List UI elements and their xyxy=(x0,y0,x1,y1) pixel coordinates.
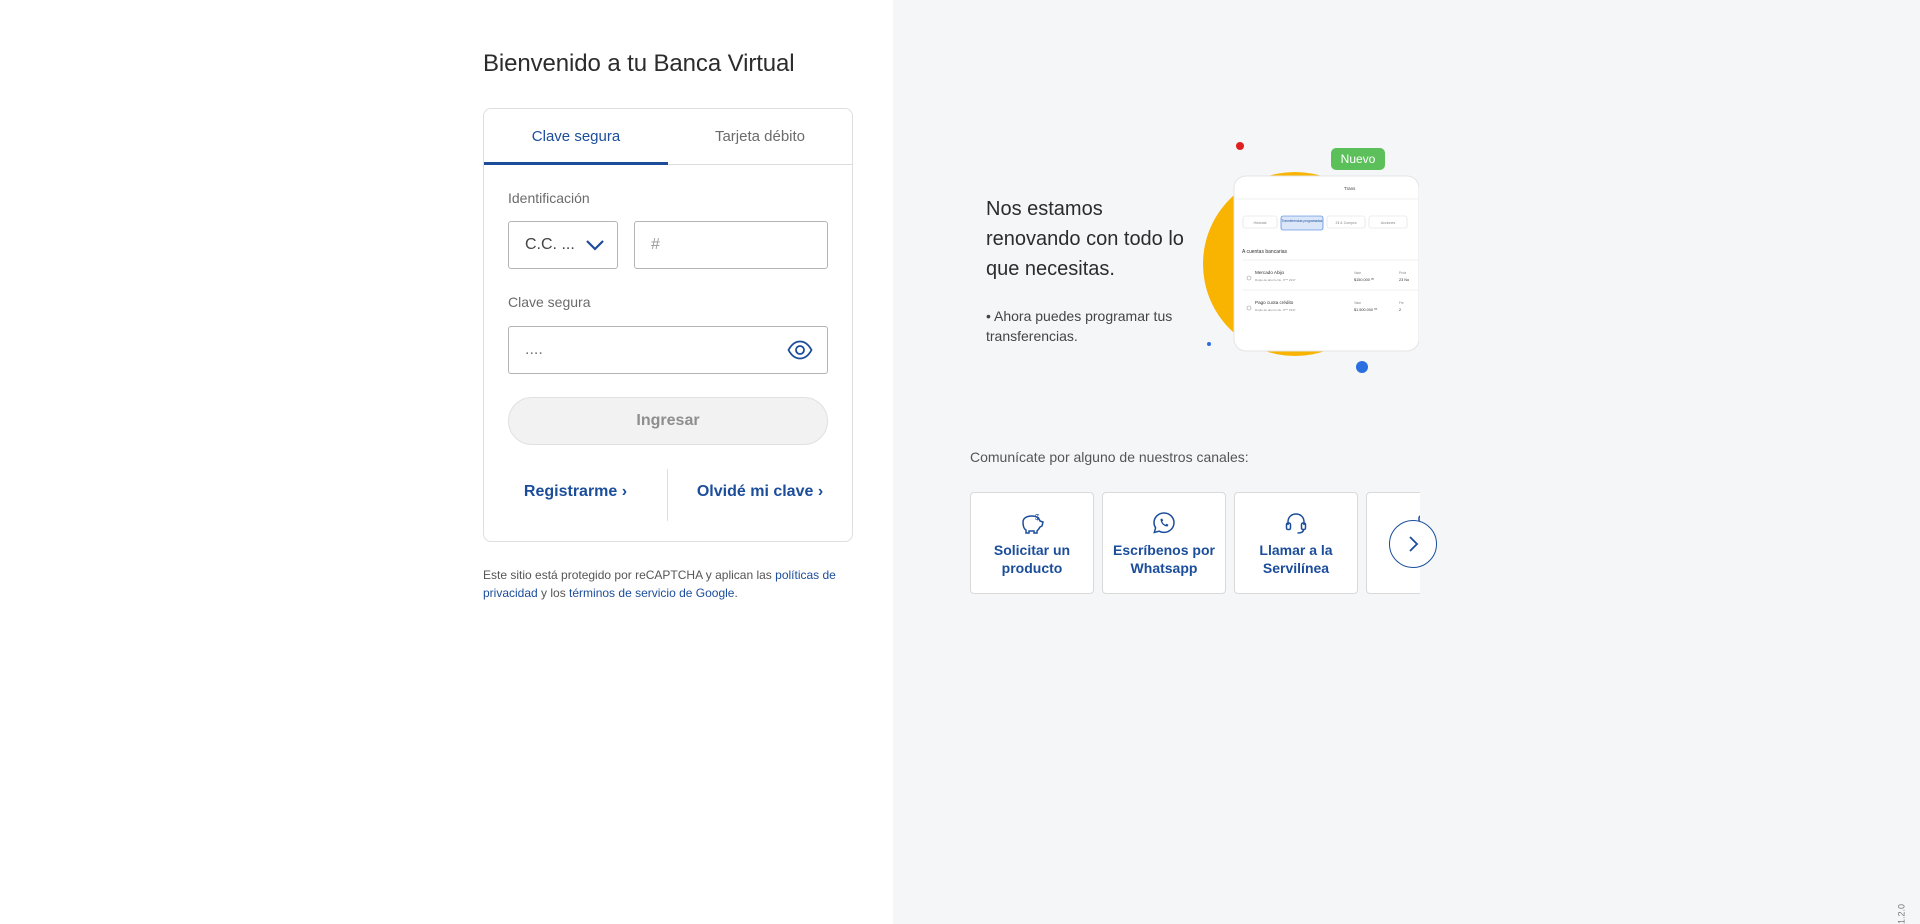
forgot-password-link[interactable]: Olvidé mi clave › xyxy=(668,483,852,501)
channel-label: Llamar a la Servilínea xyxy=(1259,542,1333,576)
mock-tab-3-label: Zil & Compra xyxy=(1336,221,1357,225)
eye-icon[interactable] xyxy=(787,340,813,360)
tab-tarjeta-debito[interactable]: Tarjeta débito xyxy=(668,109,852,164)
chevron-right-icon xyxy=(1409,536,1419,552)
channel-solicitar-producto[interactable]: $ Solicitar un producto xyxy=(970,492,1094,594)
version-label: v.1.2.0 xyxy=(1896,904,1906,924)
google-terms-link[interactable]: términos de servicio de Google xyxy=(569,586,734,600)
login-card: Clave segura Tarjeta débito Identificaci… xyxy=(483,108,853,542)
password-field xyxy=(508,326,828,374)
recaptcha-notice: Este sitio está protegido por reCAPTCHA … xyxy=(483,566,855,602)
chevron-down-icon xyxy=(586,240,604,251)
piggy-bank-icon: $ xyxy=(1022,513,1044,534)
mock-row-1-val-a: $150,000 ⁰⁰ xyxy=(1354,278,1374,282)
mock-row-1-sub: Duplo de ahorro No. 0*** 2347 xyxy=(1255,278,1296,282)
recaptcha-text-2: y los xyxy=(537,586,570,600)
id-number-input[interactable] xyxy=(634,221,828,269)
mock-row-1-val-b: 23 No xyxy=(1399,278,1409,282)
channel-whatsapp[interactable]: Escríbenos por Whatsapp xyxy=(1102,492,1226,594)
mock-row-1-name: Mercado Abijo xyxy=(1255,270,1285,275)
mock-row-1-col-b: Próxi xyxy=(1399,271,1407,275)
recaptcha-text-1: Este sitio está protegido por reCAPTCHA … xyxy=(483,568,776,582)
mock-row-2-name: Pago cuota crédito xyxy=(1255,300,1294,305)
register-link[interactable]: Registrarme › xyxy=(484,483,667,501)
phone-screen xyxy=(1233,175,1419,352)
carousel-next-button[interactable] xyxy=(1389,520,1437,568)
whatsapp-icon xyxy=(1153,512,1175,534)
mock-tab-4-label: Acciones xyxy=(1381,221,1396,225)
page-title: Bienvenido a tu Banca Virtual xyxy=(483,50,795,77)
promo-illustration: Trans Historial Transferencias programad… xyxy=(1203,142,1419,373)
svg-text:$: $ xyxy=(1035,513,1040,522)
password-input[interactable] xyxy=(509,327,769,373)
red-dot xyxy=(1236,142,1244,150)
mock-row-2-sub: Duplo de ahorro No. 0*** 2347 xyxy=(1255,308,1296,312)
channel-label: Escríbenos por Whatsapp xyxy=(1113,542,1215,576)
new-badge-label: Nuevo xyxy=(1341,152,1376,166)
tab-clave-segura[interactable]: Clave segura xyxy=(484,109,668,165)
mock-tab-2-label: Transferencias programadas xyxy=(1282,219,1323,223)
mock-row-2-col-b: Fre xyxy=(1399,301,1404,305)
mock-row-2-col-a: Valor xyxy=(1354,301,1362,305)
headset-icon xyxy=(1285,513,1307,534)
mock-row-2-val-b: 2 xyxy=(1399,308,1401,312)
mock-tab-1-label: Historial xyxy=(1254,221,1267,225)
mock-row-2-val-a: $1.500.000 ⁰⁰ xyxy=(1354,308,1378,312)
password-label: Clave segura xyxy=(508,294,591,310)
promo-title: Nos estamos renovando con todo lo que ne… xyxy=(986,198,1184,280)
small-blue-dot xyxy=(1207,342,1211,346)
mock-heading: A cuentas bancarias xyxy=(1242,249,1288,255)
login-button[interactable]: Ingresar xyxy=(508,397,828,445)
id-type-value: C.C. ... xyxy=(525,236,575,253)
account-links: Registrarme › Olvidé mi clave › xyxy=(484,469,852,521)
id-label: Identificación xyxy=(508,190,590,206)
channel-label: Solicitar un producto xyxy=(993,542,1071,576)
blue-dot xyxy=(1356,361,1368,373)
channels-carousel: $ Solicitar un producto Escríbenos por W… xyxy=(970,492,1420,595)
mock-header-text: Trans xyxy=(1344,186,1356,191)
channel-servilinea[interactable]: Llamar a la Servilínea xyxy=(1234,492,1358,594)
recaptcha-text-3: . xyxy=(734,586,738,600)
login-panel: Bienvenido a tu Banca Virtual Clave segu… xyxy=(0,0,893,924)
id-type-select[interactable]: C.C. ... xyxy=(508,221,618,269)
login-tabs: Clave segura Tarjeta débito xyxy=(484,109,852,165)
mock-row-1-col-a: Valor xyxy=(1354,271,1362,275)
promo-bullet: • Ahora puedes programar tus transferenc… xyxy=(986,308,1173,344)
channels-label: Comunícate por alguno de nuestros canale… xyxy=(970,449,1249,465)
promo-panel: Nos estamos renovando con todo lo que ne… xyxy=(893,0,1920,924)
